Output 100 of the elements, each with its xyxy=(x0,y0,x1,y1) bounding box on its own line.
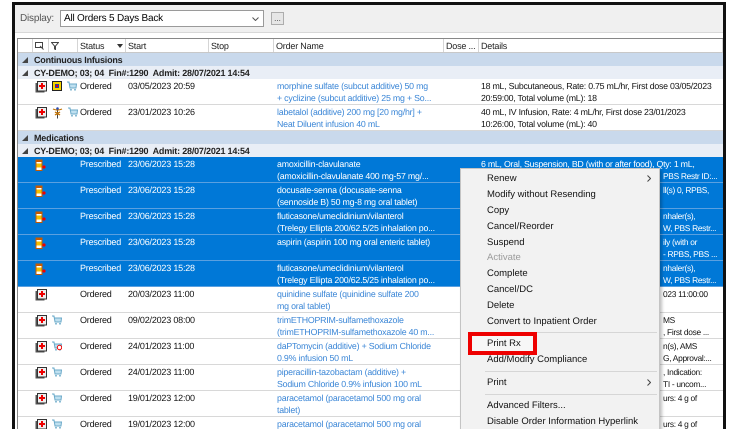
pill-bottle-icon xyxy=(35,237,46,249)
encounter-header[interactable]: CY-DEMO; 03; 04 Fin#:1290 Admit: 28/07/2021 14:54 xyxy=(18,144,723,157)
pill-bottle-icon xyxy=(35,185,46,197)
cart-icon xyxy=(52,341,62,351)
start-date-text: 09/02/2023 08:00 xyxy=(127,314,196,327)
order-name-link[interactable]: labetalol (additive) 200 mg [20 mg/hr] + Neat Diluent infusion 40 mL xyxy=(274,105,444,130)
cart-icon xyxy=(52,419,62,429)
menu-item[interactable]: Convert to Inpatient Order xyxy=(461,313,659,329)
order-name-link[interactable]: morphine sulfate (subcut additive) 50 mg + cyclizine (subcut additive) 25 mg + So... xyxy=(274,79,444,104)
start-date-text: 19/01/2023 12:00 xyxy=(127,418,196,429)
order-name-link[interactable]: paracetamol (paracetamol 500 mg oral tablet) xyxy=(274,391,444,416)
sheet-pointer-icon[interactable] xyxy=(35,42,44,50)
status-text: Prescribed xyxy=(79,262,122,275)
order-name-link[interactable]: daPTomycin (additive) + Sodium Chloride 0.9% infusion 50 mL xyxy=(274,339,444,364)
encounter-header[interactable]: CY-DEMO; 03; 04 Fin#:1290 Admit: 28/07/2021 14:54 xyxy=(18,66,723,79)
collapse-triangle-icon[interactable] xyxy=(22,56,28,62)
cart-icon xyxy=(52,393,62,403)
filter-icon[interactable] xyxy=(51,42,59,50)
details-text: urs: 4 g of xyxy=(663,393,697,404)
order-sheet-icon xyxy=(35,419,47,429)
order-name-link[interactable]: aspirin (aspirin 100 mg oral enteric tablet) xyxy=(274,235,444,248)
order-row[interactable]: Ordered 23/01/2023 10:26 labetalol (additive) 200 mg [20 mg/hr] + Neat Diluent infusion 40 mL 40 mL, IV Infusion, Rate: 4 mL/hr, First dose 23/01/2023 10:26:00, Total volume (mL): 40 xyxy=(18,105,723,131)
cart-icon xyxy=(52,315,62,325)
order-sheet-icon xyxy=(35,315,47,327)
start-date-text: 23/06/2023 15:28 xyxy=(127,236,196,249)
status-text: Prescribed xyxy=(79,236,122,249)
menu-item[interactable]: Suspend xyxy=(461,234,659,250)
start-date-text: 23/06/2023 15:28 xyxy=(127,210,196,223)
column-header[interactable]: Stop xyxy=(211,40,229,50)
column-header[interactable]: Start xyxy=(128,40,146,50)
column-header[interactable]: Details xyxy=(481,40,508,50)
details-text: TI - uncom... xyxy=(663,378,706,390)
display-label: Display: xyxy=(20,13,54,24)
details-text: , First dose ... xyxy=(663,326,709,338)
order-name-link[interactable]: docusate-senna (docusate-senna (sennoside B) 50 mg-8 mg oral tablet) xyxy=(274,183,444,208)
menu-item[interactable]: Advanced Filters... xyxy=(461,398,659,414)
order-name-link[interactable]: paracetamol (paracetamol 500 mg oral xyxy=(274,417,444,429)
order-name-link[interactable]: amoxicillin-clavulanate (amoxicillin-clavulanate 400 mg-57 mg/... xyxy=(274,157,444,182)
details-text: ily (with or xyxy=(663,237,698,248)
details-text: 10:26:00, Total volume (mL): 40 xyxy=(481,118,597,130)
status-text: Ordered xyxy=(79,418,113,429)
status-text: Ordered xyxy=(79,288,113,301)
status-text: Ordered xyxy=(79,366,113,379)
more-button[interactable]: ... xyxy=(270,12,284,25)
status-text: Prescribed xyxy=(79,158,122,171)
start-date-text: 03/05/2023 20:59 xyxy=(127,80,196,93)
start-date-text: 19/01/2023 12:00 xyxy=(127,392,196,405)
menu-item[interactable]: Print xyxy=(461,374,659,391)
status-text: Prescribed xyxy=(79,184,122,197)
order-name-link[interactable]: quinidine sulfate (quinidine sulfate 200 mg oral tablet) xyxy=(274,287,444,312)
start-date-text: 23/01/2023 10:26 xyxy=(127,106,196,119)
menu-item[interactable]: Modify without Resending xyxy=(461,186,659,203)
cart-icon xyxy=(52,367,62,377)
details-text: W, PBS Restr... xyxy=(663,222,716,234)
pill-bottle-icon xyxy=(35,263,46,275)
cart-icon xyxy=(68,107,78,117)
details-text: 20:59:00, Total volume (mL): 18 xyxy=(481,92,597,104)
details-text: ll(s) 0, RPBS, xyxy=(663,185,710,196)
start-date-text: 23/06/2023 15:28 xyxy=(127,158,196,171)
chevron-down-icon xyxy=(252,16,259,20)
details-text: PBS Restr ID:... xyxy=(663,170,718,182)
details-text: W, PBS Restr... xyxy=(663,274,716,286)
menu-item[interactable]: Complete xyxy=(461,266,659,282)
details-text: 6 mL, Oral, Suspension, BD (with or after food), Qty: 1 mL, xyxy=(481,159,695,170)
start-date-text: 23/06/2023 15:28 xyxy=(127,262,196,275)
details-text: 18 mL, Subcutaneous, Rate: 0.75 mL/hr, First dose 03/05/2023 xyxy=(481,81,712,92)
order-name-link[interactable]: fluticasone/umeclidinium/vilanterol (Trelegy Ellipta 200/62.5/25 inhalation po... xyxy=(274,209,444,234)
menu-item[interactable]: Print Rx xyxy=(468,332,537,355)
status-text: Ordered xyxy=(79,106,113,119)
caduceus-icon xyxy=(52,107,63,119)
start-date-text: 20/03/2023 11:00 xyxy=(127,288,196,301)
status-text: Ordered xyxy=(79,340,113,353)
status-text: Ordered xyxy=(79,392,113,405)
details-text: n(s), AMS xyxy=(663,341,698,352)
order-name-link[interactable]: trimETHOPRIM-sulfamethoxazole (trimETHOPRIM-sulfamethoxazole 40 m... xyxy=(274,313,444,338)
alert-square-icon xyxy=(52,81,62,91)
pill-bottle-icon xyxy=(35,159,46,171)
menu-item[interactable]: Delete xyxy=(461,297,659,314)
order-name-link[interactable]: fluticasone/umeclidinium/vilanterol (Trelegy Ellipta 200/62.5/25 inhalation po... xyxy=(274,261,444,286)
section-header[interactable]: Medications xyxy=(18,131,723,144)
details-text: 40 mL, IV Infusion, Rate: 4 mL/hr, First dose 23/01/2023 xyxy=(481,107,686,118)
display-dropdown[interactable]: All Orders 5 Days Back xyxy=(60,10,264,27)
details-text: G, Approval:... xyxy=(663,352,712,364)
collapse-triangle-icon[interactable] xyxy=(22,148,28,154)
column-header[interactable]: Dose ... xyxy=(446,40,476,50)
status-text: Ordered xyxy=(79,314,113,327)
column-header[interactable]: Order Name xyxy=(276,40,324,50)
column-header[interactable]: Status xyxy=(80,40,104,50)
details-text: - RPBS, PBS ... xyxy=(663,248,718,260)
order-row[interactable] xyxy=(18,79,723,105)
menu-item[interactable]: Cancel/Reorder xyxy=(461,218,659,234)
order-sheet-icon xyxy=(35,367,47,379)
section-header[interactable]: Continuous Infusions xyxy=(18,53,723,66)
collapse-triangle-icon[interactable] xyxy=(22,134,28,140)
start-date-text: 23/06/2023 15:28 xyxy=(127,184,196,197)
pill-bottle-icon xyxy=(35,211,46,223)
details-text: , Indication: xyxy=(663,367,702,378)
collapse-triangle-icon[interactable] xyxy=(22,70,28,76)
order-name-link[interactable]: piperacillin-tazobactam (additive) + Sodium Chloride 0.9% infusion 100 mL xyxy=(274,365,444,390)
cart-icon xyxy=(67,81,77,91)
